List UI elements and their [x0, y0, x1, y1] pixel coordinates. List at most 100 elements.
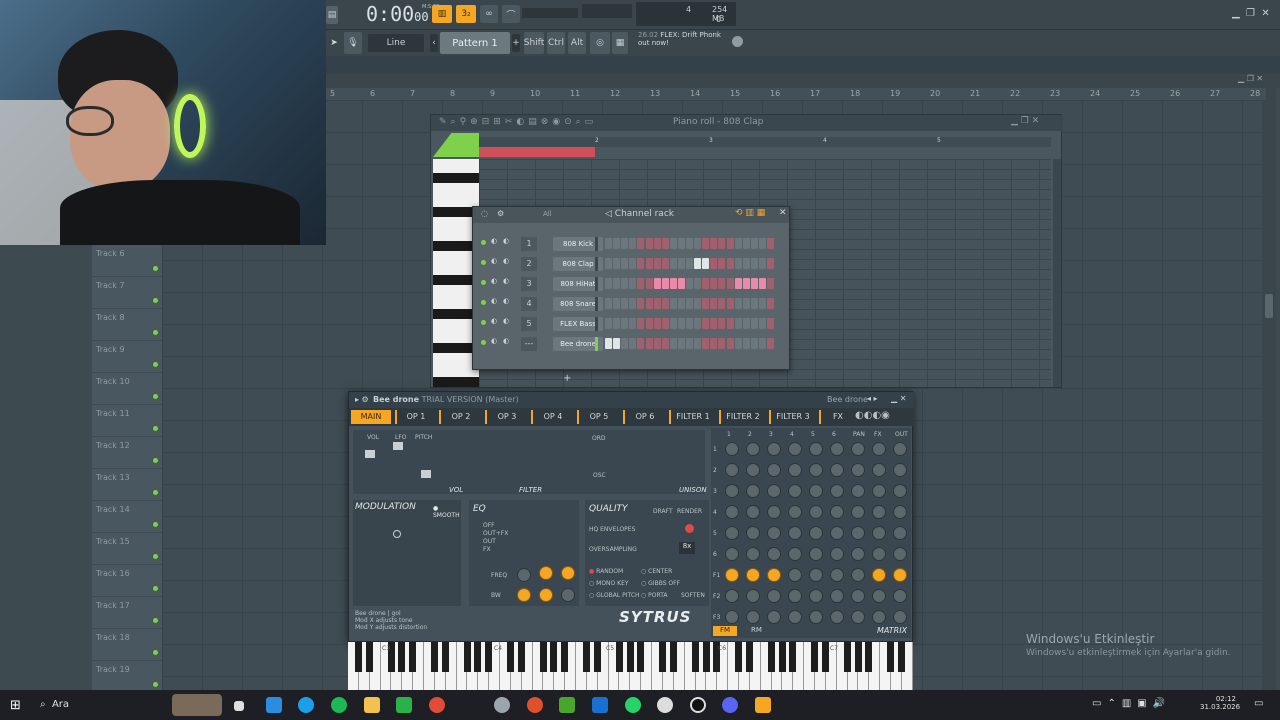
black-key[interactable] — [898, 642, 905, 672]
step-button[interactable] — [645, 238, 653, 249]
black-key[interactable] — [593, 642, 601, 672]
channel-vol-knob-icon[interactable]: ◐ — [503, 237, 509, 245]
rm-mode-button[interactable]: RM — [751, 626, 762, 634]
matrix-knob[interactable] — [746, 526, 760, 540]
step-button[interactable] — [621, 238, 629, 249]
piano-roll-ruler[interactable]: 2 3 4 5 — [479, 137, 1051, 147]
matrix-knob[interactable] — [725, 610, 739, 624]
black-key[interactable] — [485, 642, 493, 672]
step-button[interactable] — [758, 278, 766, 289]
alt-button[interactable]: Alt — [568, 32, 586, 54]
black-key[interactable] — [843, 642, 851, 672]
play-arrow-icon[interactable]: ➤ — [328, 34, 340, 52]
matrix-knob[interactable] — [767, 589, 781, 603]
step-button[interactable] — [621, 338, 629, 349]
typing-keyboard-icon[interactable]: ▦ — [612, 32, 628, 54]
piano-roll-loop-region[interactable] — [479, 147, 595, 157]
matrix-knob[interactable] — [872, 526, 886, 540]
matrix-knob[interactable] — [851, 505, 865, 519]
track-mute-led[interactable] — [153, 618, 158, 623]
preset-nav-icons[interactable]: ◂ ▸ — [867, 394, 878, 403]
step-button[interactable] — [621, 318, 629, 329]
track-mute-led[interactable] — [153, 586, 158, 591]
step-button[interactable] — [726, 298, 734, 309]
step-button[interactable] — [767, 338, 774, 349]
fm-mode-button[interactable]: FM — [713, 626, 737, 636]
matrix-knob[interactable] — [767, 505, 781, 519]
step-button[interactable] — [605, 278, 612, 289]
channel-select-indicator[interactable] — [595, 337, 598, 351]
black-key[interactable] — [615, 642, 623, 672]
matrix-knob[interactable] — [893, 526, 907, 540]
track-mute-led[interactable] — [153, 330, 158, 335]
step-button[interactable] — [605, 318, 612, 329]
track-header[interactable]: Track 15 — [92, 533, 162, 565]
step-button[interactable] — [702, 278, 710, 289]
sytrus-titlebar[interactable]: ▸ ⚙ Bee drone TRIAL VERSION (Master) Bee… — [349, 392, 914, 408]
black-key[interactable] — [811, 642, 819, 672]
track-header[interactable]: Track 19 — [92, 661, 162, 693]
step-button[interactable] — [661, 338, 669, 349]
black-key[interactable] — [669, 642, 677, 672]
black-key[interactable] — [854, 642, 862, 672]
matrix-knob[interactable] — [809, 547, 823, 561]
step-button[interactable] — [758, 338, 766, 349]
matrix-knob[interactable] — [788, 505, 802, 519]
channel-mixer-track[interactable]: 2 — [521, 257, 537, 271]
sytrus-header-icons[interactable]: ◐◐◐◉ — [855, 410, 890, 421]
black-key[interactable] — [821, 642, 829, 672]
matrix-knob[interactable] — [725, 505, 739, 519]
matrix-knob[interactable] — [788, 610, 802, 624]
monokey-option[interactable]: ○ MONO KEY — [589, 580, 629, 587]
step-button[interactable] — [758, 238, 766, 249]
news-globe-icon[interactable] — [732, 36, 743, 47]
step-button[interactable] — [677, 258, 685, 269]
channel-pan-knob-icon[interactable]: ◐ — [491, 297, 497, 305]
track-mute-led[interactable] — [153, 266, 158, 271]
track-mute-led[interactable] — [153, 458, 158, 463]
matrix-knob[interactable] — [809, 463, 823, 477]
tab-op-3[interactable]: OP 3 — [485, 410, 527, 424]
loop-icon[interactable]: ∞ — [480, 5, 498, 23]
step-button[interactable] — [694, 258, 702, 269]
matrix-knob[interactable] — [746, 589, 760, 603]
channel-row[interactable]: ◐ ◐ --- Bee drone — [473, 337, 791, 357]
channel-select-indicator[interactable] — [595, 277, 598, 291]
step-button[interactable] — [637, 258, 645, 269]
porta-option[interactable]: ○ PORTA — [641, 592, 668, 599]
sytrus-arrow-icon[interactable]: ▸ ⚙ — [355, 395, 369, 404]
black-key[interactable] — [778, 642, 786, 672]
eq-freq-knob-1[interactable] — [517, 568, 531, 582]
tab-filter-3[interactable]: FILTER 3 — [769, 410, 815, 424]
tempo-icon[interactable]: 3₂ — [456, 5, 476, 23]
track-mute-led[interactable] — [153, 650, 158, 655]
black-key[interactable] — [789, 642, 797, 672]
track-mute-led[interactable] — [153, 682, 158, 687]
step-button[interactable] — [718, 318, 726, 329]
step-button[interactable] — [613, 318, 621, 329]
rack-close-icon[interactable]: ✕ — [779, 208, 787, 218]
shift-button[interactable]: Shift — [524, 32, 544, 54]
track-header[interactable]: Track 9 — [92, 341, 162, 373]
tab-op-1[interactable]: OP 1 — [395, 410, 435, 424]
track-header[interactable]: Track 14 — [92, 501, 162, 533]
matrix-knob[interactable] — [872, 610, 886, 624]
matrix-knob[interactable] — [872, 484, 886, 498]
step-button[interactable] — [686, 238, 693, 249]
lfo-fader[interactable] — [393, 442, 403, 450]
minecraft-icon[interactable] — [559, 697, 575, 713]
step-button[interactable] — [767, 318, 774, 329]
step-button[interactable] — [742, 318, 750, 329]
black-key[interactable] — [398, 642, 406, 672]
step-button[interactable] — [734, 258, 742, 269]
step-button[interactable] — [726, 338, 734, 349]
matrix-knob[interactable] — [830, 610, 844, 624]
pattern-selector[interactable]: Pattern 1 — [440, 32, 510, 54]
random-option[interactable]: ● RANDOM — [589, 568, 623, 575]
step-button[interactable] — [694, 338, 702, 349]
step-button[interactable] — [669, 238, 677, 249]
black-key[interactable] — [561, 642, 569, 672]
step-button[interactable] — [637, 278, 645, 289]
step-button[interactable] — [629, 258, 637, 269]
step-button[interactable] — [629, 278, 637, 289]
